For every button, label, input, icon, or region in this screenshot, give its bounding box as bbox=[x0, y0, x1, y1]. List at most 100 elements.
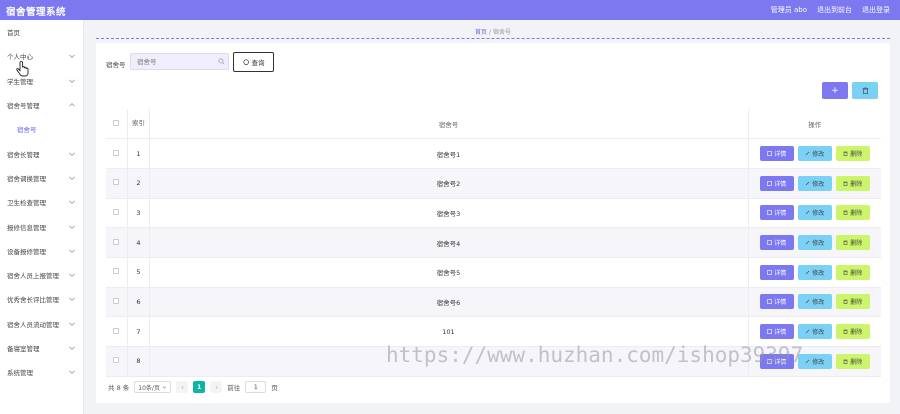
edit-button[interactable]: 修改 bbox=[797, 235, 832, 251]
current-user: 管理员 abo bbox=[770, 6, 807, 14]
search-label: 宿舍号 bbox=[106, 61, 126, 69]
detail-button-label: 详情 bbox=[774, 240, 787, 248]
row-index: 4 bbox=[127, 227, 150, 258]
row-index: 2 bbox=[127, 168, 150, 199]
edit-icon bbox=[806, 181, 810, 185]
back-to-front-link[interactable]: 退出到前台 bbox=[817, 5, 852, 15]
edit-button[interactable]: 修改 bbox=[797, 146, 832, 162]
detail-button[interactable]: 详情 bbox=[759, 175, 794, 191]
sidebar-item-label: 报修信息管理 bbox=[7, 223, 46, 232]
sidebar-item-label: 宿舍号 bbox=[17, 126, 37, 135]
detail-button[interactable]: 详情 bbox=[759, 294, 794, 310]
detail-button[interactable]: 详情 bbox=[759, 235, 794, 251]
pagination: 共 8 条 10条/页 1 前往 1 页 bbox=[108, 381, 278, 393]
sidebar-item[interactable]: 宿舍号 bbox=[0, 117, 83, 141]
page-size-value: 10条/页 bbox=[138, 384, 160, 392]
row-dorm-number: 宿舍号1 bbox=[149, 138, 749, 169]
trash-icon bbox=[843, 211, 848, 216]
remove-button[interactable]: 删除 bbox=[835, 205, 870, 221]
query-button[interactable]: 查询 bbox=[233, 52, 274, 72]
detail-button[interactable]: 详情 bbox=[759, 264, 794, 280]
watermark-text: https://www.huzhan.com/ishop39397 bbox=[386, 343, 804, 367]
chevron-down-icon bbox=[69, 52, 75, 59]
logout-link[interactable]: 退出登录 bbox=[862, 5, 890, 15]
row-index: 3 bbox=[127, 198, 150, 229]
index-header: 索引 bbox=[127, 109, 150, 140]
sidebar-item[interactable]: 卫生检查管理 bbox=[0, 190, 83, 214]
current-page-button[interactable]: 1 bbox=[193, 381, 206, 393]
sidebar-item[interactable]: 宿舍长管理 bbox=[0, 141, 83, 165]
select-all-checkbox[interactable] bbox=[113, 119, 120, 126]
row-actions: 详情 修改 删除 bbox=[748, 198, 881, 229]
prev-page-button[interactable] bbox=[176, 381, 189, 393]
detail-button-label: 详情 bbox=[774, 269, 787, 277]
add-button[interactable]: + bbox=[822, 82, 848, 99]
remove-button[interactable]: 删除 bbox=[835, 264, 870, 280]
sidebar-item[interactable]: 宿舍号管理 bbox=[0, 93, 83, 117]
sidebar-item[interactable]: 宿舍调换管理 bbox=[0, 166, 83, 190]
remove-button[interactable]: 删除 bbox=[835, 175, 870, 191]
row-checkbox[interactable] bbox=[113, 179, 120, 186]
detail-button[interactable]: 详情 bbox=[759, 205, 794, 221]
row-checkbox[interactable] bbox=[113, 238, 120, 245]
detail-icon bbox=[767, 269, 773, 275]
row-checkbox[interactable] bbox=[113, 327, 120, 334]
detail-button-label: 详情 bbox=[774, 210, 787, 218]
edit-button[interactable]: 修改 bbox=[797, 324, 832, 340]
sidebar-item[interactable]: 系统管理 bbox=[0, 360, 83, 384]
edit-button[interactable]: 修改 bbox=[797, 175, 832, 191]
sidebar-item[interactable]: 宿舍人员流动管理 bbox=[0, 312, 83, 336]
table-row: 6 宿舍号6 详情 修改 删除 bbox=[106, 287, 881, 318]
remove-button[interactable]: 删除 bbox=[835, 353, 870, 369]
row-index: 1 bbox=[127, 138, 150, 169]
sidebar-item-label: 备寝室管理 bbox=[7, 345, 40, 353]
row-checkbox[interactable] bbox=[113, 268, 120, 275]
chevron-left-icon bbox=[181, 385, 184, 389]
row-checkbox[interactable] bbox=[113, 357, 120, 364]
next-page-button[interactable] bbox=[210, 381, 223, 393]
sidebar-item[interactable]: 宿舍人员上报管理 bbox=[0, 263, 83, 287]
edit-icon bbox=[806, 329, 810, 334]
goto-page-input[interactable]: 1 bbox=[245, 381, 267, 393]
detail-icon bbox=[767, 329, 773, 334]
goto-label: 前往 bbox=[227, 384, 241, 392]
row-checkbox[interactable] bbox=[113, 208, 120, 215]
chevron-down-icon bbox=[69, 149, 75, 156]
sidebar-item[interactable]: 个人中心 bbox=[0, 44, 83, 68]
breadcrumb-home[interactable]: 首页 bbox=[475, 29, 487, 36]
search-input[interactable] bbox=[130, 53, 229, 70]
edit-button[interactable]: 修改 bbox=[797, 205, 832, 221]
remove-button[interactable]: 删除 bbox=[835, 146, 870, 162]
sidebar-item[interactable]: 学生管理 bbox=[0, 69, 83, 93]
edit-icon bbox=[806, 151, 810, 156]
remove-button[interactable]: 删除 bbox=[835, 294, 870, 310]
row-actions: 详情 修改 删除 bbox=[748, 287, 881, 318]
page-size-select[interactable]: 10条/页 bbox=[134, 381, 172, 393]
hand-cursor-icon bbox=[16, 61, 29, 77]
remove-button-label: 删除 bbox=[850, 269, 863, 277]
sidebar-item[interactable]: 备寝室管理 bbox=[0, 336, 83, 360]
table-header-row: 索引 宿舍号 操作 bbox=[106, 109, 881, 140]
sidebar-item[interactable]: 报修信息管理 bbox=[0, 214, 83, 238]
edit-button[interactable]: 修改 bbox=[797, 264, 832, 280]
remove-button-label: 删除 bbox=[850, 210, 863, 218]
row-actions: 详情 修改 删除 bbox=[748, 168, 881, 199]
detail-button[interactable]: 详情 bbox=[759, 146, 794, 162]
detail-button[interactable]: 详情 bbox=[759, 324, 794, 340]
row-checkbox[interactable] bbox=[113, 149, 120, 156]
edit-button[interactable]: 修改 bbox=[797, 294, 832, 310]
row-checkbox[interactable] bbox=[113, 297, 120, 304]
remove-button[interactable]: 删除 bbox=[835, 324, 870, 340]
sidebar-item[interactable]: 首页 bbox=[0, 20, 83, 44]
sidebar-item[interactable]: 优秀舍长评比管理 bbox=[0, 287, 83, 311]
remove-button[interactable]: 删除 bbox=[835, 235, 870, 251]
edit-button-label: 修改 bbox=[812, 210, 825, 218]
sidebar-item[interactable]: 设备报修管理 bbox=[0, 239, 83, 263]
chevron-down-icon bbox=[69, 295, 75, 302]
sidebar-item-label: 优秀舍长评比管理 bbox=[7, 296, 59, 305]
search-icon bbox=[242, 58, 249, 65]
chevron-down-icon bbox=[163, 385, 167, 389]
edit-button-label: 修改 bbox=[812, 329, 825, 337]
trash-icon bbox=[843, 240, 848, 246]
batch-delete-button[interactable] bbox=[852, 82, 878, 99]
